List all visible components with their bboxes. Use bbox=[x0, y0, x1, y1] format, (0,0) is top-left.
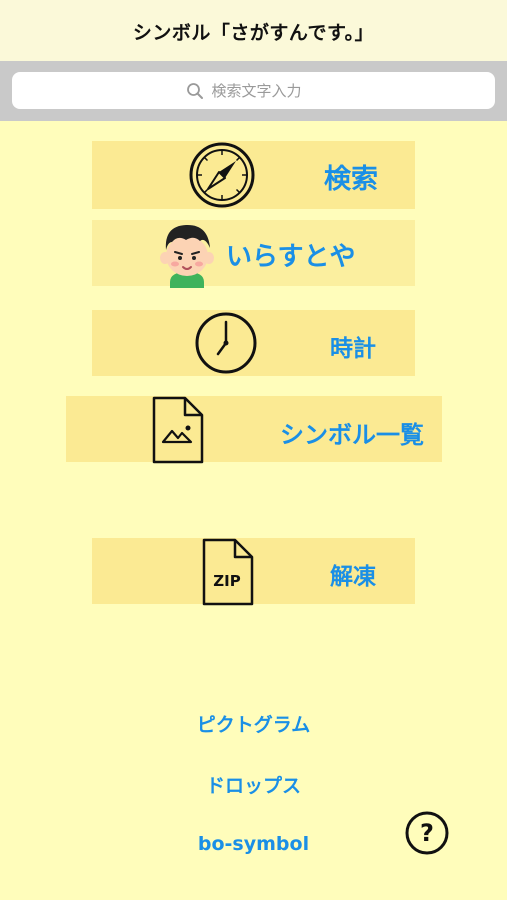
unzip-button[interactable]: ZIP 解凍 bbox=[92, 538, 415, 606]
symbol-list-button[interactable]: シンボル一覧 bbox=[66, 396, 442, 464]
drops-link[interactable]: ドロップス bbox=[0, 771, 507, 798]
help-mark: ? bbox=[420, 819, 434, 847]
search-input[interactable] bbox=[211, 81, 322, 100]
symbol-list-button-label: シンボル一覧 bbox=[280, 421, 424, 449]
image-file-icon bbox=[150, 396, 206, 464]
clock-icon bbox=[193, 310, 259, 376]
zip-icon-text: ZIP bbox=[213, 572, 240, 590]
compass-icon bbox=[188, 141, 256, 209]
app-title: シンボル「さがすんです。」 bbox=[132, 22, 375, 44]
title-bar: シンボル「さがすんです。」 bbox=[0, 0, 507, 61]
pictogram-link[interactable]: ピクトグラム bbox=[0, 710, 507, 737]
clock-button-label: 時計 bbox=[330, 336, 376, 362]
irasutoya-button[interactable]: いらすとや bbox=[92, 220, 415, 288]
help-button[interactable]: ? bbox=[404, 810, 450, 856]
search-box[interactable] bbox=[12, 72, 495, 109]
search-bar bbox=[0, 61, 507, 121]
clock-button[interactable]: 時計 bbox=[92, 310, 415, 376]
irasutoya-button-label: いらすとや bbox=[226, 242, 356, 272]
boy-face-icon bbox=[156, 220, 218, 288]
search-icon bbox=[186, 82, 204, 100]
help-icon: ? bbox=[405, 811, 449, 855]
unzip-button-label: 解凍 bbox=[330, 564, 376, 590]
search-button-label: 検索 bbox=[324, 164, 378, 195]
zip-file-icon: ZIP bbox=[200, 538, 256, 606]
search-button[interactable]: 検索 bbox=[92, 141, 415, 209]
